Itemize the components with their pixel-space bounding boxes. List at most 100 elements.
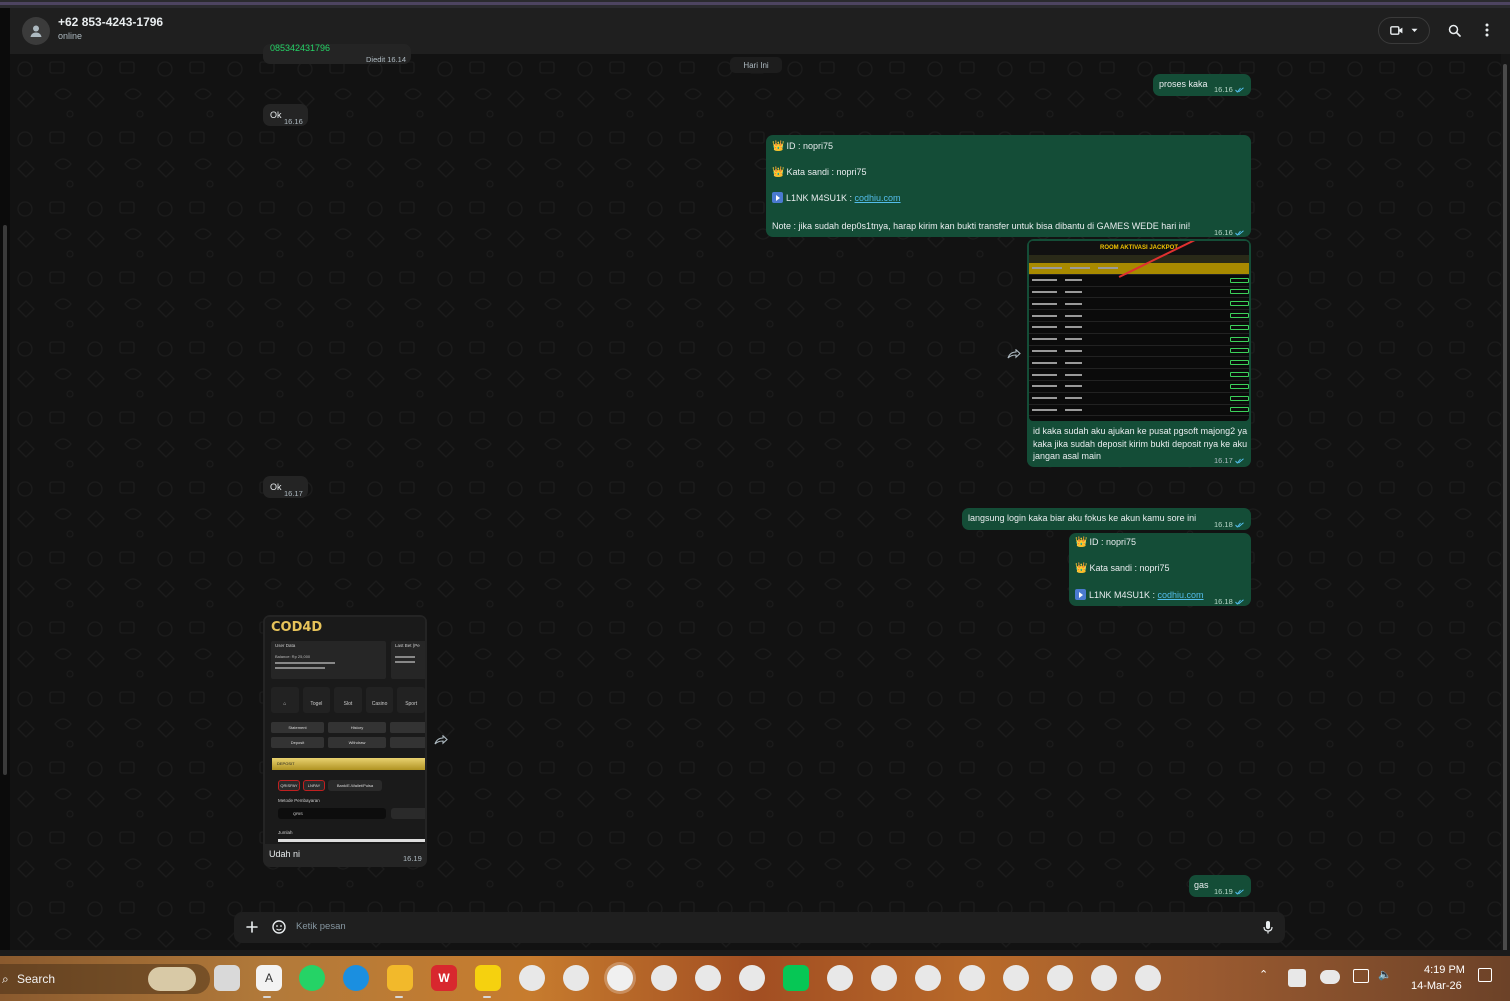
network-icon[interactable] (1353, 969, 1369, 983)
crown-icon: 👑 (1075, 537, 1088, 548)
crown-icon: 👑 (772, 141, 785, 152)
more-options-icon[interactable] (1477, 20, 1497, 40)
user-data-card: User Data Balance: Rp 25,000 (271, 641, 386, 679)
forward-icon[interactable] (1007, 349, 1021, 359)
password-line: 👑 Kata sandi : nopri75 (1075, 563, 1170, 574)
chat-background (10, 54, 1501, 950)
clock-time[interactable]: 4:19 PM (1424, 964, 1465, 976)
chrome-profile-icon[interactable] (915, 965, 941, 991)
search-highlight-image (148, 967, 196, 991)
left-scrollbar[interactable] (3, 225, 7, 775)
cod4d-screenshot-image[interactable]: COD4D User Data Balance: Rp 25,000 Last … (265, 617, 425, 844)
contact-status: online (58, 31, 83, 41)
chrome-profile-icon[interactable] (1003, 965, 1029, 991)
chrome-profile-icon[interactable] (959, 965, 985, 991)
login-link[interactable]: codhiu.com (855, 193, 901, 203)
search-icon: ⌕ (2, 972, 9, 986)
chrome-profile-icon[interactable] (563, 965, 589, 991)
forward-icon[interactable] (434, 735, 448, 745)
message-time: 16.16 (284, 117, 303, 126)
chevron-up-icon[interactable]: ⌃ (1259, 968, 1268, 981)
home-icon: ⌂ (271, 687, 299, 713)
image-table-header (1029, 255, 1249, 263)
image-table-row (1029, 322, 1249, 334)
chrome-profile-icon[interactable] (871, 965, 897, 991)
image-table-row (1029, 287, 1249, 299)
message-composer: Ketik pesan (234, 912, 1285, 943)
image-table-row (1029, 393, 1249, 405)
cloud-icon[interactable] (1320, 970, 1340, 984)
notification-icon[interactable] (1478, 968, 1492, 982)
image-table-row (1029, 298, 1249, 311)
chrome-profile-icon[interactable] (1047, 965, 1073, 991)
message-time: 16.18 (1214, 595, 1244, 608)
whatsapp-icon[interactable] (299, 965, 325, 991)
double-check-icon (1234, 522, 1244, 528)
message-bubble-outgoing[interactable]: proses kaka 16.16 (1153, 74, 1251, 96)
message-bubble-incoming[interactable]: Ok 16.17 (263, 476, 308, 498)
search-icon[interactable] (1444, 20, 1464, 40)
message-bubble-outgoing[interactable]: 👑 ID : nopri75 👑 Kata sandi : nopri75 L1NK… (1069, 533, 1251, 606)
file-explorer-icon[interactable] (387, 965, 413, 991)
login-link[interactable]: codhiu.com (1158, 590, 1204, 600)
message-time: 16.17 (1214, 456, 1244, 465)
chrome-profile-icon[interactable] (1091, 965, 1117, 991)
brand-logo: COD4D (271, 620, 323, 635)
double-check-icon (1234, 230, 1244, 236)
chrome-profile-icon[interactable] (695, 965, 721, 991)
message-bubble-outgoing[interactable]: 👑 ID : nopri75 👑 Kata sandi : nopri75 L1NK… (766, 135, 1251, 237)
wps-office-icon[interactable]: W (431, 965, 457, 991)
taskbar-search[interactable]: ⌕ Search (0, 964, 210, 994)
phone-number-text: 085342431796 (270, 43, 331, 53)
message-text: Ok (270, 110, 282, 120)
chevron-down-icon (1411, 28, 1418, 32)
chrome-profile-icon[interactable] (1135, 965, 1161, 991)
message-bubble-outgoing[interactable]: langsung login kaka biar aku fokus ke ak… (962, 508, 1251, 530)
clock-date[interactable]: 14-Mar-26 (1411, 980, 1462, 992)
image-table-row (1029, 334, 1249, 346)
video-camera-icon (1390, 26, 1403, 35)
chrome-icon[interactable] (651, 965, 677, 991)
double-check-icon (1234, 458, 1244, 464)
deposit-header: DEPOSIT (272, 758, 425, 770)
message-time: 16.16 (1214, 83, 1244, 96)
date-divider: Hari Ini (730, 57, 782, 73)
chrome-profile-icon[interactable] (739, 965, 765, 991)
edge-browser-icon[interactable] (343, 965, 369, 991)
image-table-row (1029, 357, 1249, 370)
message-text: Ok (270, 482, 282, 492)
id-line: 👑 ID : nopri75 (772, 141, 833, 152)
double-check-icon (1234, 889, 1244, 895)
chat-scrollbar[interactable] (1501, 54, 1510, 954)
onedrive-sync-icon[interactable] (1288, 969, 1306, 987)
volume-icon[interactable]: 🔈 (1378, 968, 1392, 981)
task-view-icon[interactable] (214, 965, 240, 991)
chrome-profile-icon[interactable] (827, 965, 853, 991)
windows-taskbar: ⌕ Search A W ⌃ 🔈 4:19 PM 14-Mar-26 (0, 956, 1510, 1001)
plus-icon[interactable] (244, 919, 260, 935)
chrome-profile-icon[interactable] (607, 965, 633, 991)
image-table-row (1029, 275, 1249, 287)
image-table-row (1029, 381, 1249, 393)
microphone-icon[interactable] (1260, 919, 1276, 935)
message-input[interactable]: Ketik pesan (296, 921, 346, 932)
note-text: Note : jika sudah dep0s1tnya, harap kiri… (772, 221, 1191, 231)
line-app-icon[interactable] (783, 965, 809, 991)
image-table-row (1029, 369, 1249, 381)
image-caption: Udah ni (269, 849, 301, 859)
text-editor-icon[interactable]: A (256, 965, 282, 991)
edited-timestamp: Diedit 16.14 (366, 55, 407, 64)
password-line: 👑 Kata sandi : nopri75 (772, 167, 867, 178)
chrome-icon[interactable] (519, 965, 545, 991)
contact-name[interactable]: +62 853-4243-1796 (58, 15, 163, 29)
sticker-icon[interactable] (271, 919, 287, 935)
game-nav: ⌂ Togel Slot Casino Sport (271, 687, 425, 715)
contact-avatar[interactable] (22, 17, 50, 45)
message-bubble-incoming[interactable]: Ok 16.16 (263, 104, 308, 126)
video-call-button[interactable] (1378, 17, 1430, 44)
message-bubble-incoming[interactable]: 085342431796 Diedit 16.14 (263, 43, 411, 64)
sticky-notes-icon[interactable] (475, 965, 501, 991)
jackpot-screenshot-image[interactable]: ROOM AKTIVASI JACKPOT (1029, 241, 1249, 421)
message-time: 16.18 (1214, 518, 1244, 531)
message-bubble-outgoing[interactable]: gas 16.19 (1189, 875, 1251, 897)
